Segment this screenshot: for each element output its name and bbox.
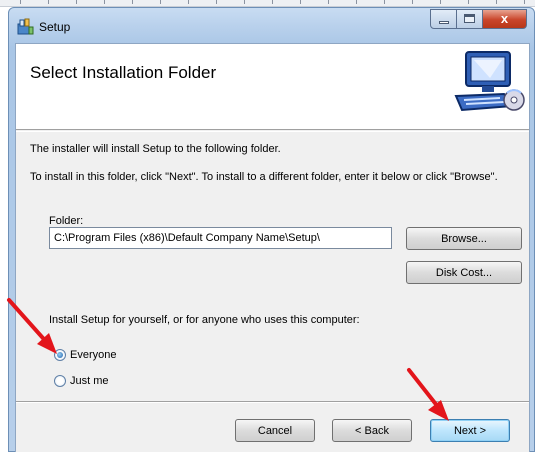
folder-label: Folder: bbox=[49, 215, 84, 227]
dialog-client-area: Select Installation Folder The installer… bbox=[15, 43, 530, 452]
maximize-icon bbox=[464, 14, 475, 23]
setup-window: Setup x Select Installation Folder The i… bbox=[8, 7, 535, 452]
setup-package-icon bbox=[17, 18, 34, 35]
radio-button-unchecked[interactable] bbox=[54, 375, 66, 387]
instruction-text: The installer will install Setup to the … bbox=[30, 143, 281, 155]
cancel-button[interactable]: Cancel bbox=[235, 419, 315, 442]
computer-cd-icon bbox=[454, 51, 525, 112]
title-bar[interactable]: Setup x bbox=[9, 8, 534, 43]
disk-cost-button[interactable]: Disk Cost... bbox=[406, 261, 522, 284]
radio-everyone[interactable]: Everyone bbox=[54, 349, 116, 361]
next-button[interactable]: Next > bbox=[430, 419, 510, 442]
maximize-button[interactable] bbox=[456, 9, 483, 29]
install-for-label: Install Setup for yourself, or for anyon… bbox=[49, 314, 360, 326]
radio-just-me[interactable]: Just me bbox=[54, 375, 109, 387]
close-button[interactable]: x bbox=[482, 9, 527, 29]
radio-label-everyone: Everyone bbox=[70, 349, 117, 361]
banner: Select Installation Folder bbox=[16, 44, 529, 130]
radio-button-checked[interactable] bbox=[54, 349, 66, 361]
minimize-icon bbox=[439, 21, 449, 24]
page-title: Select Installation Folder bbox=[30, 63, 217, 82]
close-icon: x bbox=[500, 11, 509, 26]
browse-button[interactable]: Browse... bbox=[406, 227, 522, 250]
back-button[interactable]: < Back bbox=[332, 419, 412, 442]
ruler-strip bbox=[0, 0, 535, 7]
minimize-button[interactable] bbox=[430, 9, 457, 29]
instruction-text-2: To install in this folder, click "Next".… bbox=[30, 171, 498, 183]
folder-path-input[interactable] bbox=[49, 227, 392, 249]
radio-label-just-me: Just me bbox=[70, 375, 109, 387]
window-title: Setup bbox=[39, 20, 71, 34]
